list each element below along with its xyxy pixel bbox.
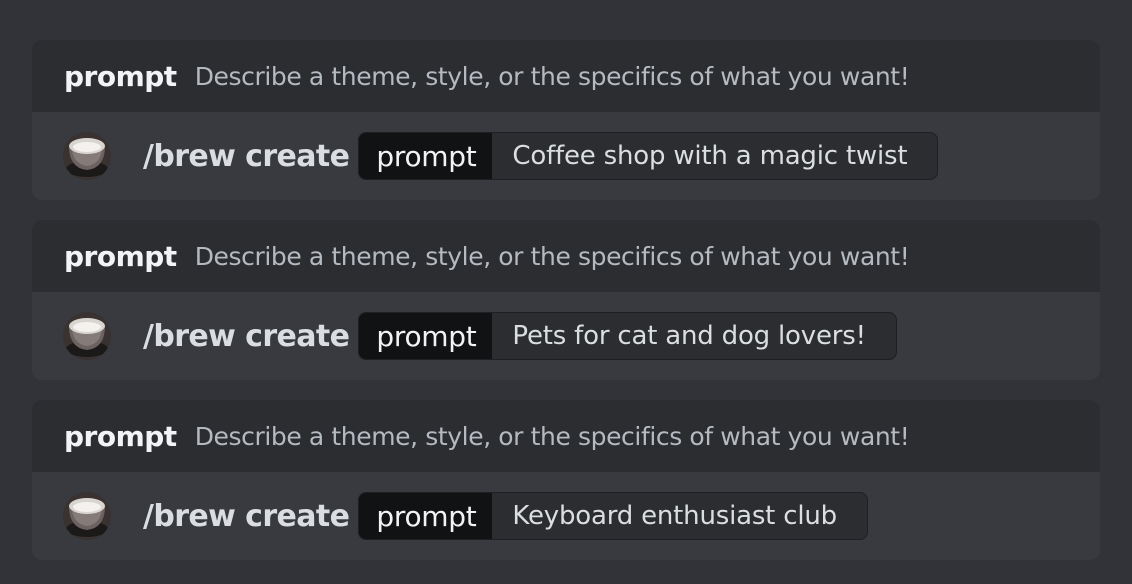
option-name: prompt: [64, 419, 177, 453]
option-hint: prompt Describe a theme, style, or the s…: [32, 400, 1100, 472]
command-card: prompt Describe a theme, style, or the s…: [32, 40, 1100, 200]
option-description: Describe a theme, style, or the specific…: [194, 421, 910, 451]
command-input-row[interactable]: /brew create prompt Keyboard enthusiast …: [32, 472, 1100, 560]
coffee-cup-icon: [63, 312, 111, 360]
command-card: prompt Describe a theme, style, or the s…: [32, 400, 1100, 560]
parameter-value[interactable]: Coffee shop with a magic twist: [492, 133, 937, 179]
coffee-cup-icon: [63, 132, 111, 180]
command-input-row[interactable]: /brew create prompt Pets for cat and dog…: [32, 292, 1100, 380]
parameter-value[interactable]: Pets for cat and dog lovers!: [492, 313, 895, 359]
coffee-cup-icon: [63, 492, 111, 540]
parameter-name: prompt: [359, 313, 493, 359]
option-description: Describe a theme, style, or the specific…: [194, 61, 910, 91]
prompt-parameter[interactable]: prompt Pets for cat and dog lovers!: [358, 312, 897, 360]
command-card: prompt Describe a theme, style, or the s…: [32, 220, 1100, 380]
parameter-value[interactable]: Keyboard enthusiast club: [492, 493, 867, 539]
option-hint: prompt Describe a theme, style, or the s…: [32, 220, 1100, 292]
command-name: /brew create: [143, 318, 350, 354]
option-hint: prompt Describe a theme, style, or the s…: [32, 40, 1100, 112]
prompt-parameter[interactable]: prompt Coffee shop with a magic twist: [358, 132, 939, 180]
command-name: /brew create: [143, 138, 350, 174]
parameter-name: prompt: [359, 493, 493, 539]
parameter-name: prompt: [359, 133, 493, 179]
command-input-row[interactable]: /brew create prompt Coffee shop with a m…: [32, 112, 1100, 200]
option-description: Describe a theme, style, or the specific…: [194, 241, 910, 271]
command-name: /brew create: [143, 498, 350, 534]
option-name: prompt: [64, 59, 177, 93]
option-name: prompt: [64, 239, 177, 273]
prompt-parameter[interactable]: prompt Keyboard enthusiast club: [358, 492, 868, 540]
